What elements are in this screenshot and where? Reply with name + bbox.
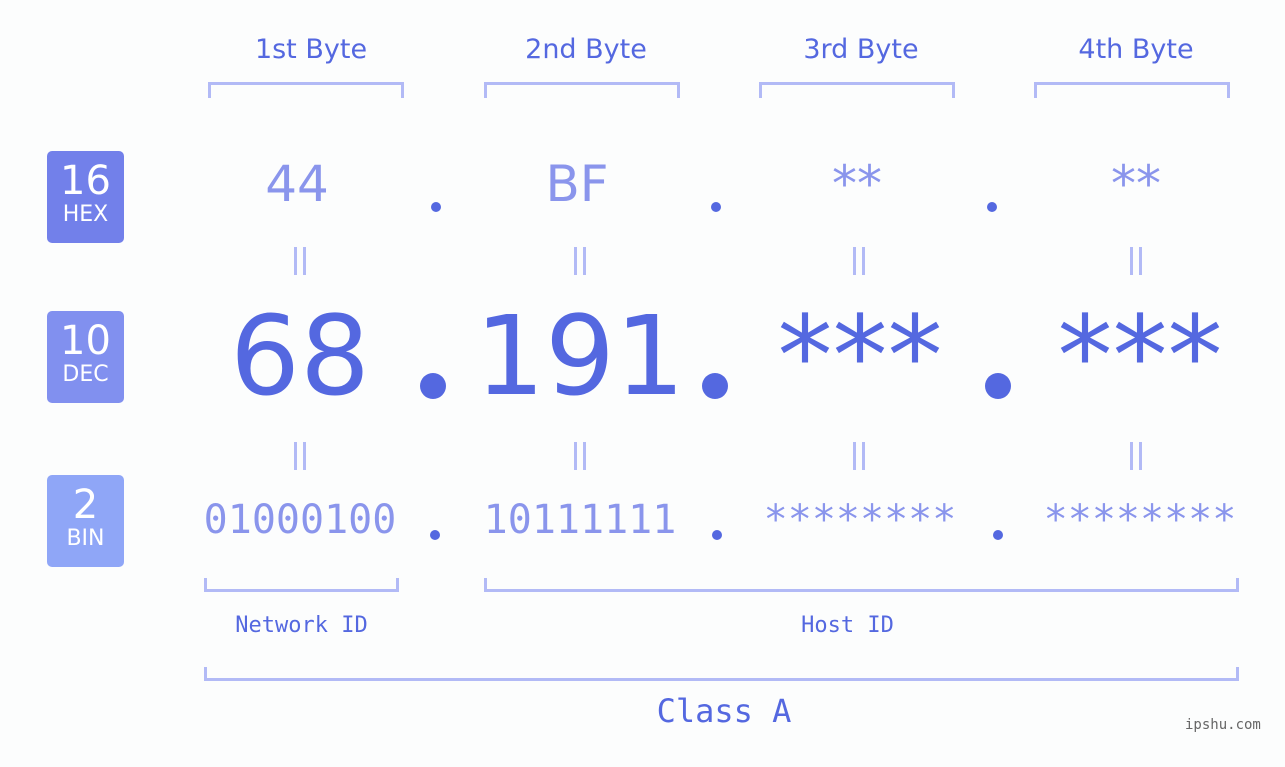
dec-badge-unit: DEC: [62, 362, 109, 387]
equals-icon: [1126, 442, 1146, 470]
host-id-label: Host ID: [801, 613, 894, 638]
byte-bracket-1: [208, 82, 404, 98]
byte-header-2: 2nd Byte: [525, 34, 647, 65]
equals-icon: [290, 442, 310, 470]
bin-separator-dot: [712, 530, 722, 540]
hex-badge-unit: HEX: [62, 202, 109, 227]
equals-icon: [849, 247, 869, 275]
network-id-label: Network ID: [235, 613, 368, 638]
equals-icon: [849, 442, 869, 470]
hex-badge-base: 16: [60, 158, 111, 204]
hex-byte-1: 44: [265, 155, 329, 213]
dec-separator-dot: [420, 373, 446, 399]
host-id-bracket: [484, 578, 1239, 592]
bin-badge-base: 2: [72, 482, 99, 528]
hex-separator-dot: [711, 202, 721, 212]
dec-badge-base: 10: [60, 318, 111, 364]
dec-badge: 10 DEC: [47, 311, 124, 403]
byte-bracket-4: [1034, 82, 1230, 98]
bin-separator-dot: [430, 530, 440, 540]
hex-separator-dot: [431, 202, 441, 212]
bin-byte-2: 10111111: [483, 497, 677, 543]
dec-byte-2: 191: [475, 292, 685, 420]
hex-separator-dot: [987, 202, 997, 212]
dec-separator-dot: [985, 373, 1011, 399]
bin-byte-4: ********: [1043, 497, 1237, 543]
dec-byte-4: ***: [1057, 292, 1223, 420]
hex-byte-3: **: [832, 155, 882, 213]
hex-byte-4: **: [1111, 155, 1161, 213]
byte-bracket-3: [759, 82, 955, 98]
bin-separator-dot: [993, 530, 1003, 540]
bin-byte-3: ********: [763, 497, 957, 543]
class-bracket: [204, 667, 1239, 681]
bin-badge-unit: BIN: [66, 526, 105, 551]
hex-badge: 16 HEX: [47, 151, 124, 243]
equals-icon: [570, 247, 590, 275]
dec-byte-3: ***: [777, 292, 943, 420]
bin-byte-1: 01000100: [203, 497, 397, 543]
equals-icon: [570, 442, 590, 470]
byte-header-3: 3rd Byte: [803, 34, 919, 65]
dec-separator-dot: [702, 373, 728, 399]
class-label: Class A: [656, 692, 792, 730]
equals-icon: [1126, 247, 1146, 275]
byte-header-1: 1st Byte: [254, 34, 368, 65]
bin-badge: 2 BIN: [47, 475, 124, 567]
hex-byte-2: BF: [545, 155, 609, 213]
byte-header-4: 4th Byte: [1078, 34, 1194, 65]
byte-bracket-2: [484, 82, 680, 98]
network-id-bracket: [204, 578, 399, 592]
watermark: ipshu.com: [1185, 717, 1261, 733]
dec-byte-1: 68: [230, 292, 370, 420]
equals-icon: [290, 247, 310, 275]
